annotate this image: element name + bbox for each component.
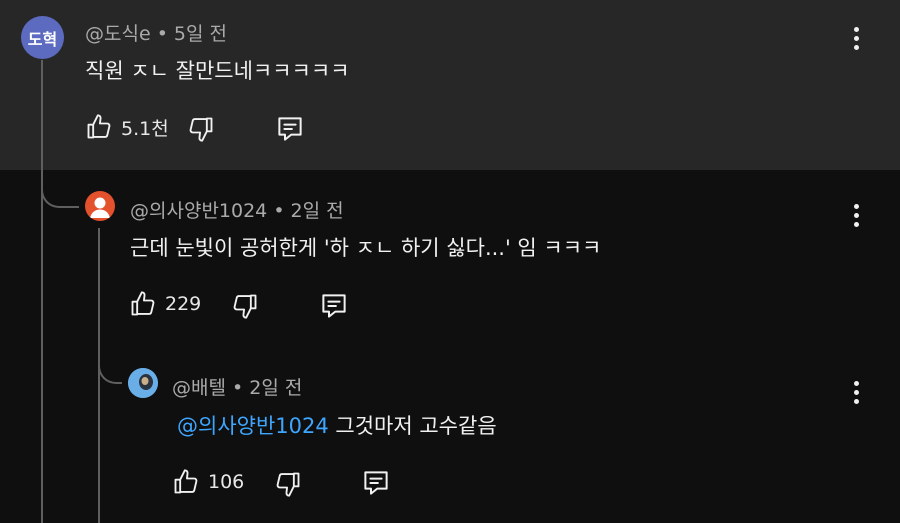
thumbs-up-icon bbox=[131, 291, 155, 316]
comment-text-body: 그것마저 고수같음 bbox=[328, 414, 497, 438]
reply-button[interactable] bbox=[274, 114, 306, 144]
thumbs-down-icon bbox=[189, 117, 213, 142]
comment-text: 직원 ㅈㄴ 잘만드네ㅋㅋㅋㅋㅋ bbox=[85, 59, 350, 83]
more-dot-icon bbox=[853, 45, 859, 50]
reply-comment-icon bbox=[278, 117, 302, 141]
comment-meta[interactable]: @도식e • 5일 전 bbox=[85, 19, 227, 46]
reply-button[interactable] bbox=[318, 291, 350, 321]
comment-meta[interactable]: @배텔 • 2일 전 bbox=[172, 373, 302, 400]
like-count: 5.1천 bbox=[121, 117, 169, 140]
reply-comment-icon bbox=[364, 471, 388, 495]
more-dot-icon bbox=[853, 222, 859, 227]
mention-link[interactable]: @의사양반1024 bbox=[177, 414, 329, 438]
like-button[interactable]: 106 bbox=[172, 468, 244, 496]
more-dot-icon bbox=[853, 36, 859, 41]
thumbs-up-icon bbox=[174, 469, 198, 494]
dislike-button[interactable] bbox=[231, 292, 259, 320]
like-button[interactable]: 229 bbox=[129, 290, 201, 318]
avatar[interactable]: 도혁 bbox=[21, 16, 64, 59]
thread-connector-reply-1 bbox=[41, 172, 79, 208]
comment-text: 근데 눈빛이 공허한게 '하 ㅈㄴ 하기 싫다...' 임 ㅋㅋㅋ bbox=[130, 236, 602, 260]
more-options-button[interactable] bbox=[852, 381, 860, 404]
avatar[interactable] bbox=[128, 368, 158, 398]
thumbs-up-icon bbox=[87, 114, 111, 139]
more-options-button[interactable] bbox=[852, 204, 860, 227]
thread-line-reply bbox=[98, 228, 100, 523]
avatar[interactable] bbox=[85, 191, 115, 221]
reply-comment-icon bbox=[322, 294, 346, 318]
more-dot-icon bbox=[853, 27, 859, 32]
comment-text: @의사양반1024 그것마저 고수같음 bbox=[177, 410, 497, 440]
comment-meta[interactable]: @의사양반1024 • 2일 전 bbox=[130, 196, 344, 223]
avatar-initials: 도혁 bbox=[27, 29, 58, 49]
more-options-button[interactable] bbox=[852, 27, 860, 50]
more-dot-icon bbox=[853, 399, 859, 404]
like-button[interactable]: 5.1천 bbox=[85, 113, 169, 141]
thread-line-main bbox=[41, 60, 43, 523]
thread-connector-reply-2 bbox=[98, 350, 122, 384]
reply-button[interactable] bbox=[360, 468, 392, 498]
photo-avatar-icon bbox=[128, 368, 158, 398]
dislike-button[interactable] bbox=[187, 115, 215, 143]
dislike-button[interactable] bbox=[274, 470, 302, 498]
thumbs-down-icon bbox=[276, 472, 300, 497]
more-dot-icon bbox=[853, 381, 859, 386]
like-count: 106 bbox=[208, 471, 245, 493]
thumbs-down-icon bbox=[233, 294, 257, 319]
more-dot-icon bbox=[853, 204, 859, 209]
more-dot-icon bbox=[853, 213, 859, 218]
person-avatar-icon bbox=[90, 197, 110, 218]
like-count: 229 bbox=[165, 293, 202, 315]
more-dot-icon bbox=[853, 390, 859, 395]
